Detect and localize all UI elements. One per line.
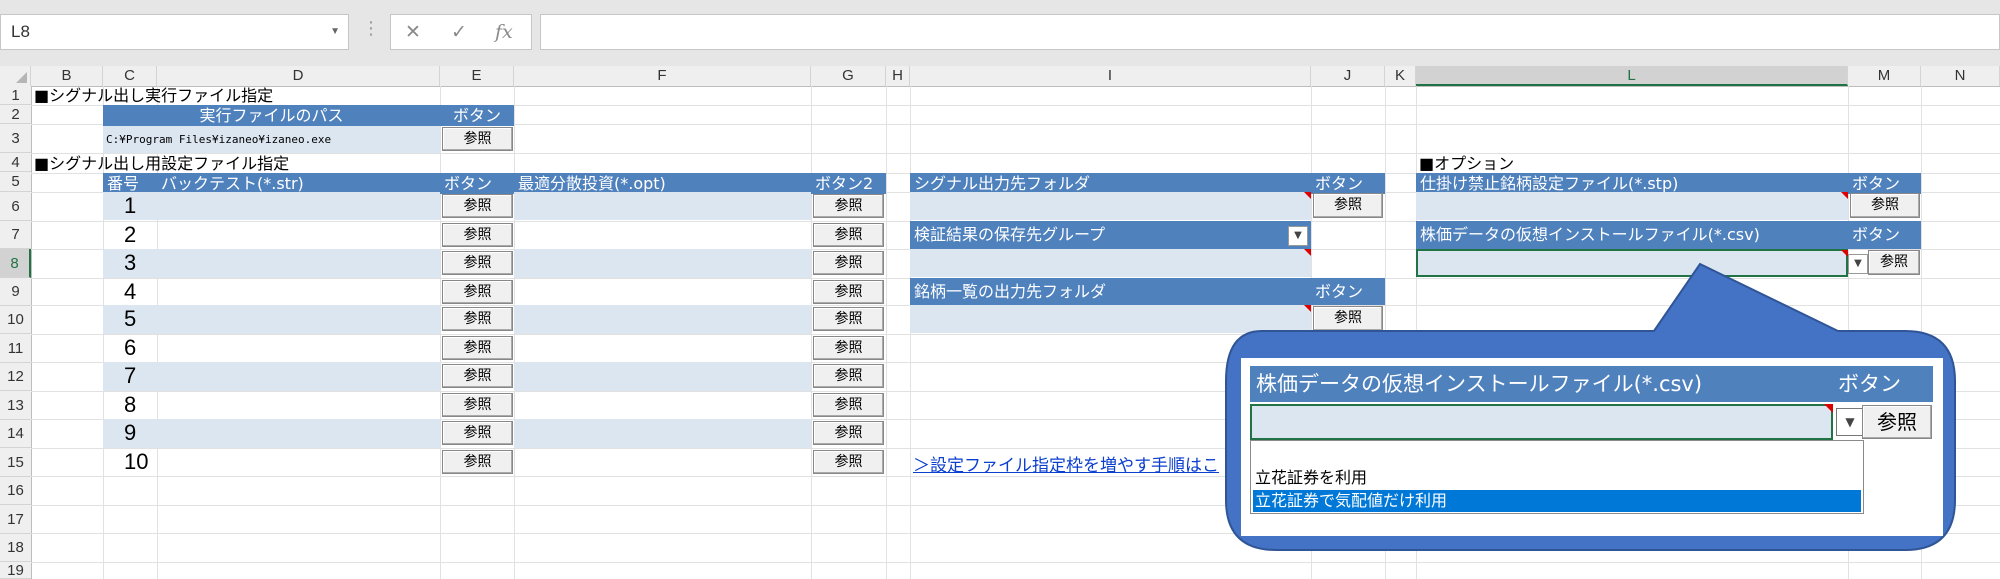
callout-browse-button[interactable]: 参照 [1862,405,1932,439]
chevron-down-icon[interactable]: ▼ [1836,408,1864,436]
comment-indicator [1824,404,1833,413]
dropdown-option-selected[interactable]: 立花証券で気配値だけ利用 [1253,490,1861,512]
callout-header: 株価データの仮想インストールファイル(*.csv) ボタン [1250,366,1933,402]
callout-header-button: ボタン [1838,372,1901,396]
dropdown-option[interactable] [1253,443,1861,463]
dropdown-option[interactable]: 立花証券を利用 [1253,467,1861,489]
dropdown-list: 立花証券を利用 立花証券で気配値だけ利用 [1250,440,1864,514]
callout-header-label: 株価データの仮想インストールファイル(*.csv) [1256,372,1703,396]
callout-selected-cell[interactable] [1250,404,1833,440]
